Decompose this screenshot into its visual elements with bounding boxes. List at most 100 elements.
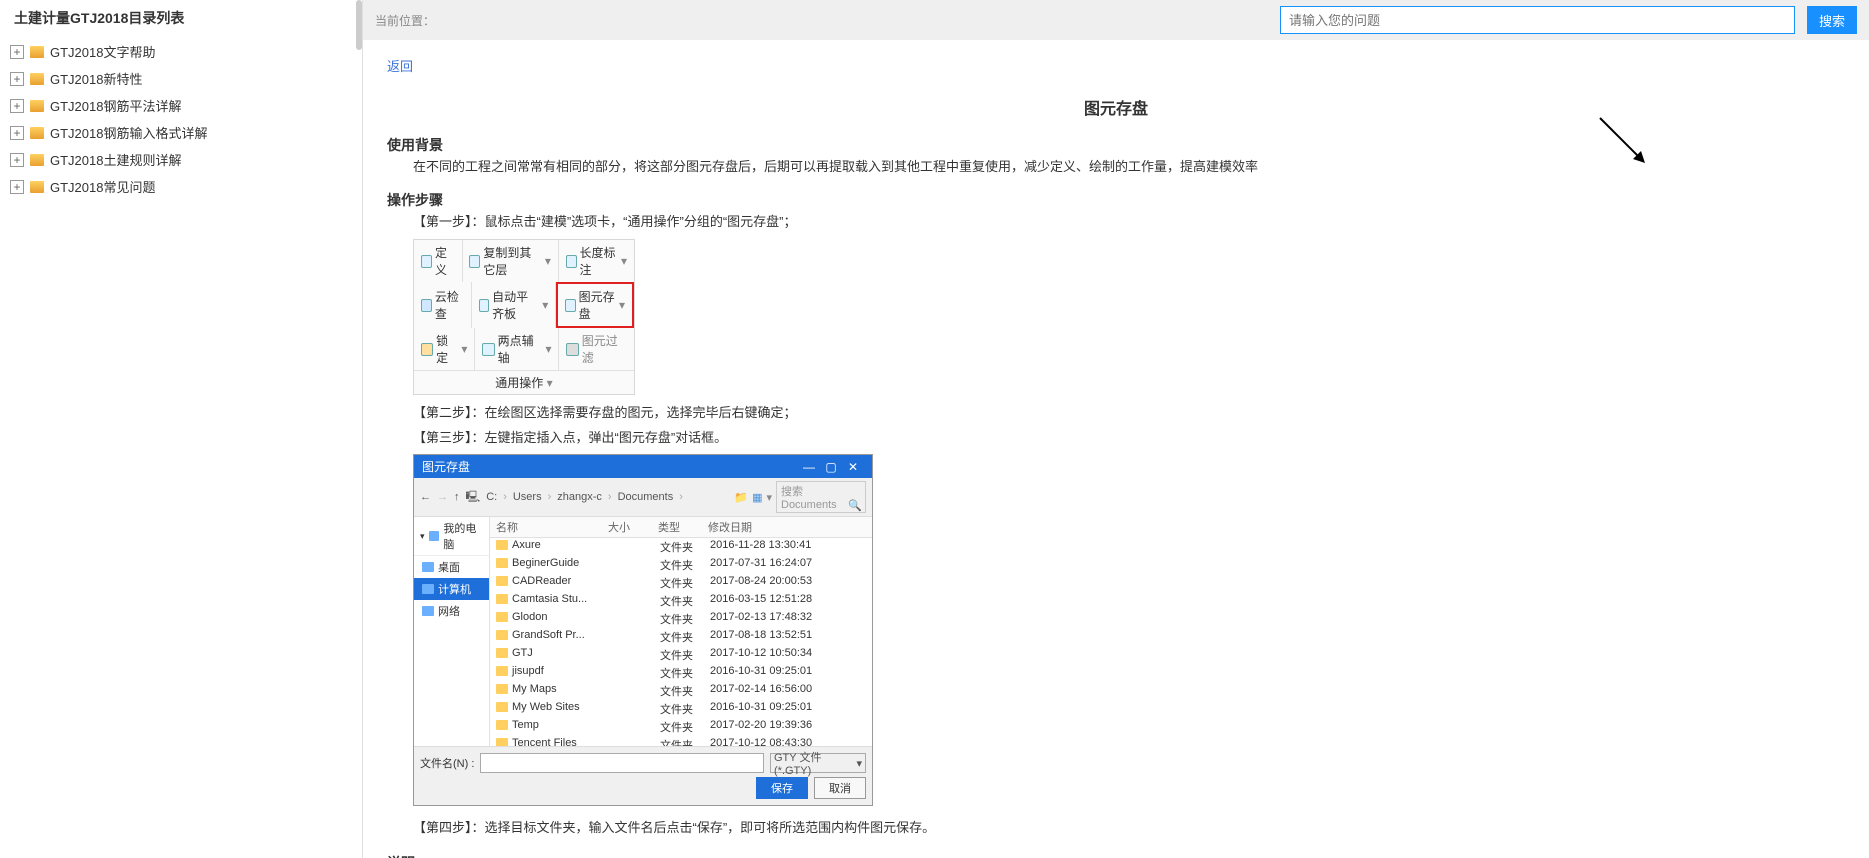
folder-icon (30, 154, 44, 166)
search-input[interactable] (1280, 6, 1795, 34)
view-grid-icon[interactable]: ▦ (752, 491, 762, 504)
breadcrumb-p3[interactable]: Documents (618, 491, 674, 503)
cancel-button[interactable]: 取消 (814, 777, 866, 799)
step-1: 【第一步】：鼠标点击“建模”选项卡，“通用操作”分组的“图元存盘”； (387, 210, 1845, 235)
col-date[interactable]: 修改日期 (708, 517, 872, 537)
article-title: 图元存盘 (1084, 95, 1148, 119)
ribbon-copyfloor[interactable]: 复制到其它层▾ (462, 240, 557, 282)
chevron-down-icon: ▾ (547, 376, 553, 390)
device-icon (422, 562, 434, 572)
tree-item[interactable]: +GTJ2018常见问题 (10, 173, 352, 200)
col-size[interactable]: 大小 (608, 517, 658, 537)
step-3: 【第三步】：左键指定插入点，弹出“图元存盘”对话框。 (387, 426, 1845, 451)
file-row[interactable]: My Web Sites文件夹2016-10-31 09:25:01 (490, 700, 872, 718)
expand-icon[interactable]: + (10, 126, 24, 140)
ribbon-filter[interactable]: 图元过滤 (559, 328, 634, 370)
expand-icon[interactable]: + (10, 180, 24, 194)
breadcrumb-p2[interactable]: zhangx-c (557, 491, 602, 503)
left-head[interactable]: ▾我的电脑 (414, 517, 489, 556)
left-nav-item[interactable]: 计算机 (414, 578, 489, 600)
tree-item[interactable]: +GTJ2018钢筋平法详解 (10, 92, 352, 119)
chevron-down-icon[interactable]: ▾ (766, 491, 772, 504)
breadcrumb-drive[interactable]: C: (486, 491, 497, 503)
ribbon-dimension[interactable]: 长度标注▾ (559, 240, 634, 282)
file-row[interactable]: Tencent Files文件夹2017-10-12 08:43:30 (490, 736, 872, 746)
minimize-icon[interactable]: — (798, 460, 820, 474)
tree-item[interactable]: +GTJ2018新特性 (10, 65, 352, 92)
file-row[interactable]: Glodon文件夹2017-02-13 17:48:32 (490, 610, 872, 628)
arrow-icon (1595, 113, 1655, 173)
dialog-footer: 文件名(N) : GTY 文件(*.GTY)▾ 保存 取消 (414, 747, 872, 805)
device-icon (422, 606, 434, 616)
save-dialog: 图元存盘 — ▢ ✕ ← → ↑ 🖳 C:› Users› zhangx-c› … (413, 454, 873, 806)
dialog-file-list: 名称 大小 类型 修改日期 Axure文件夹2016-11-28 13:30:4… (490, 517, 872, 746)
folder-icon (496, 666, 508, 676)
filename-label: 文件名(N) : (420, 755, 474, 771)
location-label: 当前位置： (375, 12, 435, 29)
nav-up-icon[interactable]: ↑ (454, 491, 460, 503)
ribbon-save-element[interactable]: 图元存盘▾ (556, 282, 634, 328)
dialog-left-panel: ▾我的电脑 桌面计算机网络 (414, 517, 490, 746)
tree-item[interactable]: +GTJ2018文字帮助 (10, 38, 352, 65)
tree-item[interactable]: +GTJ2018土建规则详解 (10, 146, 352, 173)
chevron-down-icon: ▾ (545, 254, 551, 268)
back-link[interactable]: 返回 (387, 59, 413, 74)
file-row[interactable]: Camtasia Stu...文件夹2016-03-15 12:51:28 (490, 592, 872, 610)
nav-fwd-icon[interactable]: → (437, 491, 448, 503)
file-row[interactable]: GrandSoft Pr...文件夹2017-08-18 13:52:51 (490, 628, 872, 646)
topbar: 当前位置： 搜索 (363, 0, 1869, 40)
dialog-search[interactable]: 搜索 Documents🔍 (776, 481, 866, 513)
folder-icon (496, 648, 508, 658)
col-type[interactable]: 类型 (658, 517, 708, 537)
ribbon-lock[interactable]: 锁定▾ (414, 328, 474, 370)
ribbon-cloudcheck[interactable]: 云检查 (414, 282, 471, 328)
file-row[interactable]: CADReader文件夹2017-08-24 20:00:53 (490, 574, 872, 592)
chevron-down-icon: ▾ (619, 298, 625, 312)
file-row[interactable]: BeginerGuide文件夹2017-07-31 16:24:07 (490, 556, 872, 574)
scrollbar-thumb[interactable] (356, 0, 362, 50)
col-name[interactable]: 名称 (490, 517, 608, 537)
left-nav-item[interactable]: 网络 (414, 600, 489, 622)
expand-icon[interactable]: + (10, 72, 24, 86)
sidebar: 土建计量GTJ2018目录列表 +GTJ2018文字帮助+GTJ2018新特性+… (0, 0, 363, 858)
new-folder-icon[interactable]: 📁 (734, 491, 748, 504)
dialog-title: 图元存盘 (422, 458, 470, 475)
folder-icon (30, 46, 44, 58)
step-4: 【第四步】：选择目标文件夹，输入文件名后点击“保存”，即可将所选范围内构件图元保… (387, 816, 1845, 841)
folder-icon (30, 100, 44, 112)
expand-icon[interactable]: + (10, 153, 24, 167)
expand-icon[interactable]: + (10, 99, 24, 113)
breadcrumb-p1[interactable]: Users (513, 491, 542, 503)
file-row[interactable]: My Maps文件夹2017-02-14 16:56:00 (490, 682, 872, 700)
steps-heading: 操作步骤 (387, 190, 1845, 210)
nav-back-icon[interactable]: ← (420, 491, 431, 503)
ribbon-autoalign[interactable]: 自动平齐板▾ (472, 282, 556, 328)
filter-icon (566, 343, 578, 356)
tree-item-label: GTJ2018钢筋输入格式详解 (50, 123, 207, 142)
folder-icon (496, 720, 508, 730)
chevron-down-icon: ▾ (856, 757, 862, 770)
file-row[interactable]: GTJ文件夹2017-10-12 10:50:34 (490, 646, 872, 664)
dialog-toolbar: ← → ↑ 🖳 C:› Users› zhangx-c› Documents› … (414, 478, 872, 517)
save-button[interactable]: 保存 (756, 777, 808, 799)
ribbon-define[interactable]: 定义 (414, 240, 462, 282)
copy-icon (469, 255, 480, 268)
filename-input[interactable] (480, 753, 764, 773)
maximize-icon[interactable]: ▢ (820, 460, 842, 474)
dialog-titlebar: 图元存盘 — ▢ ✕ (414, 455, 872, 478)
search-button[interactable]: 搜索 (1807, 6, 1857, 34)
tree-item[interactable]: + GTJ2018钢筋输入格式详解 (10, 119, 352, 146)
file-row[interactable]: jisupdf文件夹2016-10-31 09:25:01 (490, 664, 872, 682)
filetype-combo[interactable]: GTY 文件(*.GTY)▾ (770, 753, 866, 773)
file-row[interactable]: Temp文件夹2017-02-20 19:39:36 (490, 718, 872, 736)
close-icon[interactable]: ✕ (842, 460, 864, 474)
file-row[interactable]: Axure文件夹2016-11-28 13:30:41 (490, 538, 872, 556)
expand-icon[interactable]: + (10, 45, 24, 59)
computer-icon (429, 531, 440, 541)
main: 当前位置： 搜索 返回 图元存盘 使用背景 在不同的工程之间常常有相同的部分，将… (363, 0, 1869, 858)
left-nav-item[interactable]: 桌面 (414, 556, 489, 578)
note-heading: 说明 (387, 853, 1845, 858)
folder-icon (30, 73, 44, 85)
folder-icon (496, 612, 508, 622)
ribbon-twopoint[interactable]: 两点辅轴▾ (475, 328, 558, 370)
